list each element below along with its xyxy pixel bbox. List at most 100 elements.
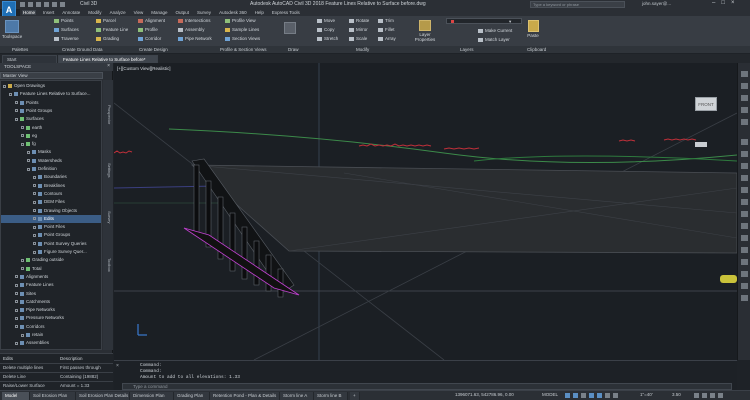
layout-tab[interactable]: Storm line B — [314, 392, 348, 400]
layout-tab[interactable]: Soil Erosion Plan Details — [76, 392, 130, 400]
viewcube[interactable]: FRONT — [695, 97, 717, 111]
tab-annotate[interactable]: Annotate — [61, 10, 81, 15]
showmotion-icon[interactable] — [741, 119, 748, 125]
tree-item[interactable]: Feature Lines Relative to Surface... — [1, 90, 101, 98]
column-header-edits[interactable]: Edits — [3, 356, 13, 361]
tree-item[interactable]: fg — [1, 140, 101, 148]
corridor-button[interactable]: Corridor — [138, 36, 165, 41]
tab-insert[interactable]: Insert — [42, 10, 55, 15]
ortho-icon[interactable] — [581, 393, 586, 398]
tree-item[interactable]: earth — [1, 124, 101, 132]
orbit-icon[interactable] — [741, 107, 748, 113]
minimize-icon[interactable]: – — [712, 0, 715, 6]
grid-icon[interactable] — [565, 393, 570, 398]
grading-button[interactable]: Grading — [96, 36, 128, 41]
expand-toggle-icon[interactable] — [27, 150, 30, 154]
snap-icon[interactable] — [573, 393, 578, 398]
pipe-network-button[interactable]: Pipe Network — [178, 36, 212, 41]
quickcalc-icon[interactable] — [741, 283, 748, 289]
viewport-controls-label[interactable]: [+][Custom View][Realistic] — [117, 66, 171, 71]
pan-icon[interactable] — [741, 83, 748, 89]
tree-item[interactable]: Contours — [1, 190, 101, 198]
new-icon[interactable] — [20, 2, 25, 7]
otrack-icon[interactable] — [605, 393, 610, 398]
render-icon[interactable] — [741, 271, 748, 277]
external-references-icon[interactable] — [741, 223, 748, 229]
panel-label-profile-section[interactable]: Profile & Section Views — [220, 47, 266, 52]
expand-toggle-icon[interactable] — [21, 126, 24, 129]
expand-toggle-icon[interactable] — [27, 167, 30, 171]
expand-toggle-icon[interactable] — [15, 292, 18, 295]
tree-item[interactable]: Alignments — [1, 273, 101, 281]
workspace-icon[interactable] — [694, 393, 699, 398]
expand-toggle-icon[interactable] — [15, 283, 18, 287]
tree-item[interactable]: Drawing Objects — [1, 207, 101, 215]
alignment-button[interactable]: Alignment — [138, 18, 165, 23]
add-layout-button[interactable]: + — [350, 392, 360, 400]
layout-tab[interactable]: Dimension Plan — [130, 392, 174, 400]
feature-line-button[interactable]: Feature Line — [96, 27, 128, 32]
properties-icon[interactable] — [741, 139, 748, 145]
tree-item[interactable]: Sites — [1, 290, 101, 298]
layers-icon[interactable] — [741, 151, 748, 157]
expand-toggle-icon[interactable] — [33, 225, 36, 229]
tab-help[interactable]: Help — [254, 10, 265, 15]
expand-toggle-icon[interactable] — [21, 142, 24, 146]
expand-toggle-icon[interactable] — [33, 217, 36, 221]
expand-toggle-icon[interactable] — [15, 109, 18, 113]
polar-icon[interactable] — [589, 393, 594, 398]
panel-label-modify[interactable]: Modify — [356, 47, 369, 52]
lineweight-icon[interactable] — [613, 393, 618, 398]
tab-manage[interactable]: Manage — [150, 10, 168, 15]
tree-item[interactable]: Watersheds — [1, 157, 101, 165]
points-button[interactable]: Points — [54, 18, 79, 23]
rotate-button[interactable]: Rotate — [349, 18, 369, 23]
tree-item[interactable]: Breaklines — [1, 182, 101, 190]
sheet-set-icon[interactable] — [741, 187, 748, 193]
fillet-button[interactable]: Fillet — [378, 27, 396, 32]
markup-icon[interactable] — [741, 199, 748, 205]
table-row[interactable]: Delete Line Containing (19882) — [0, 372, 113, 380]
expand-toggle-icon[interactable] — [3, 84, 6, 88]
tree-item[interactable]: Feature Lines — [1, 281, 101, 289]
visual-styles-icon[interactable] — [741, 247, 748, 253]
layout-tab[interactable]: Grading Plan — [174, 392, 210, 400]
tab-output[interactable]: Output — [175, 10, 191, 15]
redo-icon[interactable] — [52, 2, 57, 7]
tree-item[interactable]: Grading outside — [1, 256, 101, 264]
user-account[interactable]: john.sayer@... — [642, 1, 671, 6]
surfaces-button[interactable]: Surfaces — [54, 27, 79, 32]
expand-toggle-icon[interactable] — [15, 117, 18, 121]
hyperlink-icon[interactable] — [741, 295, 748, 301]
trim-button[interactable]: Trim — [378, 18, 396, 23]
tree-item[interactable]: retain — [1, 331, 101, 339]
tab-view[interactable]: View — [133, 10, 145, 15]
expand-toggle-icon[interactable] — [33, 200, 36, 204]
design-center-icon[interactable] — [741, 163, 748, 169]
command-input[interactable]: Type a command — [122, 383, 732, 390]
close-icon[interactable]: × — [107, 63, 110, 69]
customize-icon[interactable] — [718, 393, 723, 398]
panel-label-draw[interactable]: Draw — [288, 47, 299, 52]
paste-button[interactable]: Paste — [524, 20, 542, 38]
tree-item[interactable]: Point Groups — [1, 231, 101, 239]
toolspace-button[interactable]: Toolspace — [2, 20, 22, 39]
zoom-icon[interactable] — [741, 95, 748, 101]
expand-toggle-icon[interactable] — [33, 242, 36, 246]
tab-survey[interactable]: Survey — [196, 10, 212, 15]
move-button[interactable]: Move — [317, 18, 338, 23]
tree-item[interactable]: Point Groups — [1, 107, 101, 115]
tree-item[interactable]: Definition — [1, 165, 101, 173]
tree-item[interactable]: Pressure Networks — [1, 314, 101, 322]
tree-item[interactable]: Catchments — [1, 298, 101, 306]
draw-tools-button[interactable] — [282, 22, 298, 35]
tree-item[interactable]: Total — [1, 265, 101, 273]
tree-item[interactable]: Pipe Networks — [1, 306, 101, 314]
tab-express-tools[interactable]: Express Tools — [271, 10, 301, 15]
parcel-button[interactable]: Parcel — [96, 18, 128, 23]
workspace-selector[interactable]: Civil 3D — [80, 1, 97, 7]
tab-modify[interactable]: Modify — [87, 10, 102, 15]
expand-toggle-icon[interactable] — [33, 184, 36, 188]
search-input[interactable]: Type a keyword or phrase — [530, 1, 625, 8]
maximize-icon[interactable]: □ — [721, 0, 725, 6]
